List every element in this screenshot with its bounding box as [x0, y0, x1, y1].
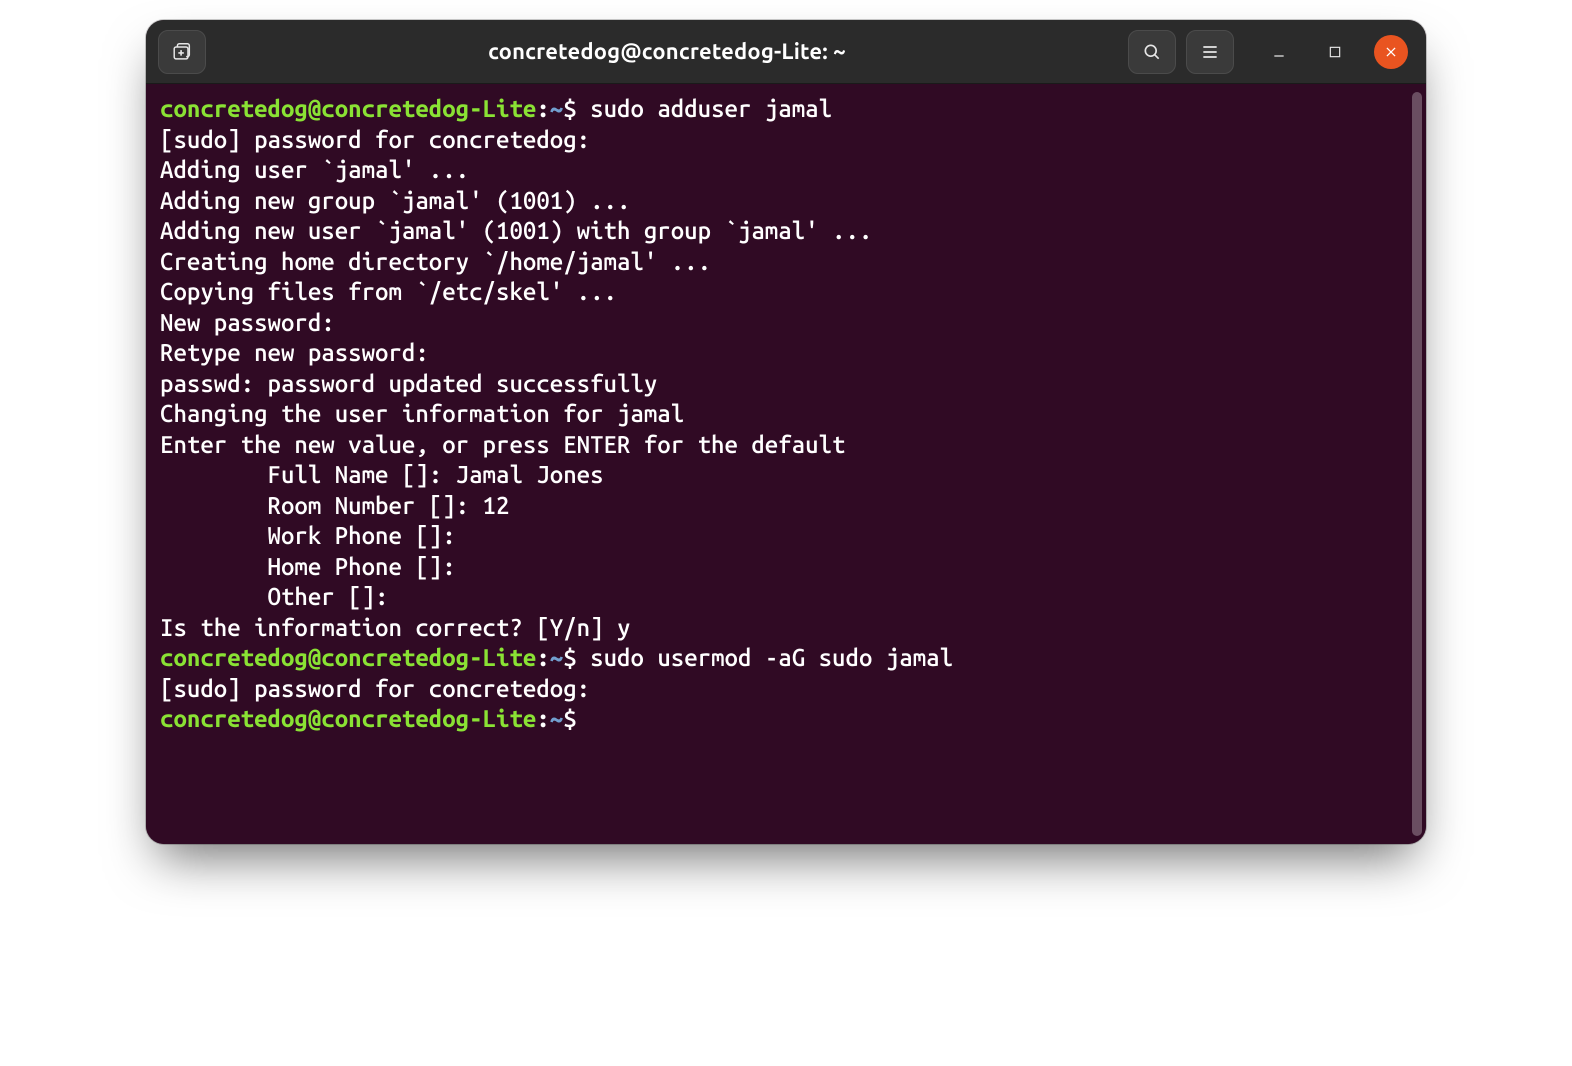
new-tab-icon [171, 41, 193, 63]
terminal-output: concretedog@concretedog-Lite:~$ sudo add… [160, 94, 1412, 735]
new-tab-button[interactable] [158, 30, 206, 74]
maximize-button[interactable] [1318, 35, 1352, 69]
maximize-icon [1328, 45, 1342, 59]
window-controls [1262, 35, 1408, 69]
terminal-viewport[interactable]: concretedog@concretedog-Lite:~$ sudo add… [146, 84, 1426, 844]
toolbar-group [1128, 30, 1234, 74]
titlebar: concretedog@concretedog-Lite: ~ [146, 20, 1426, 84]
terminal-window: concretedog@concretedog-Lite: ~ [146, 20, 1426, 844]
close-button[interactable] [1374, 35, 1408, 69]
window-title: concretedog@concretedog-Lite: ~ [218, 39, 1116, 64]
minimize-icon [1271, 44, 1287, 60]
menu-button[interactable] [1186, 30, 1234, 74]
close-icon [1384, 45, 1398, 59]
search-icon [1142, 42, 1162, 62]
minimize-button[interactable] [1262, 35, 1296, 69]
scrollbar[interactable] [1412, 92, 1422, 836]
scrollbar-thumb[interactable] [1412, 92, 1422, 836]
search-button[interactable] [1128, 30, 1176, 74]
hamburger-icon [1200, 42, 1220, 62]
